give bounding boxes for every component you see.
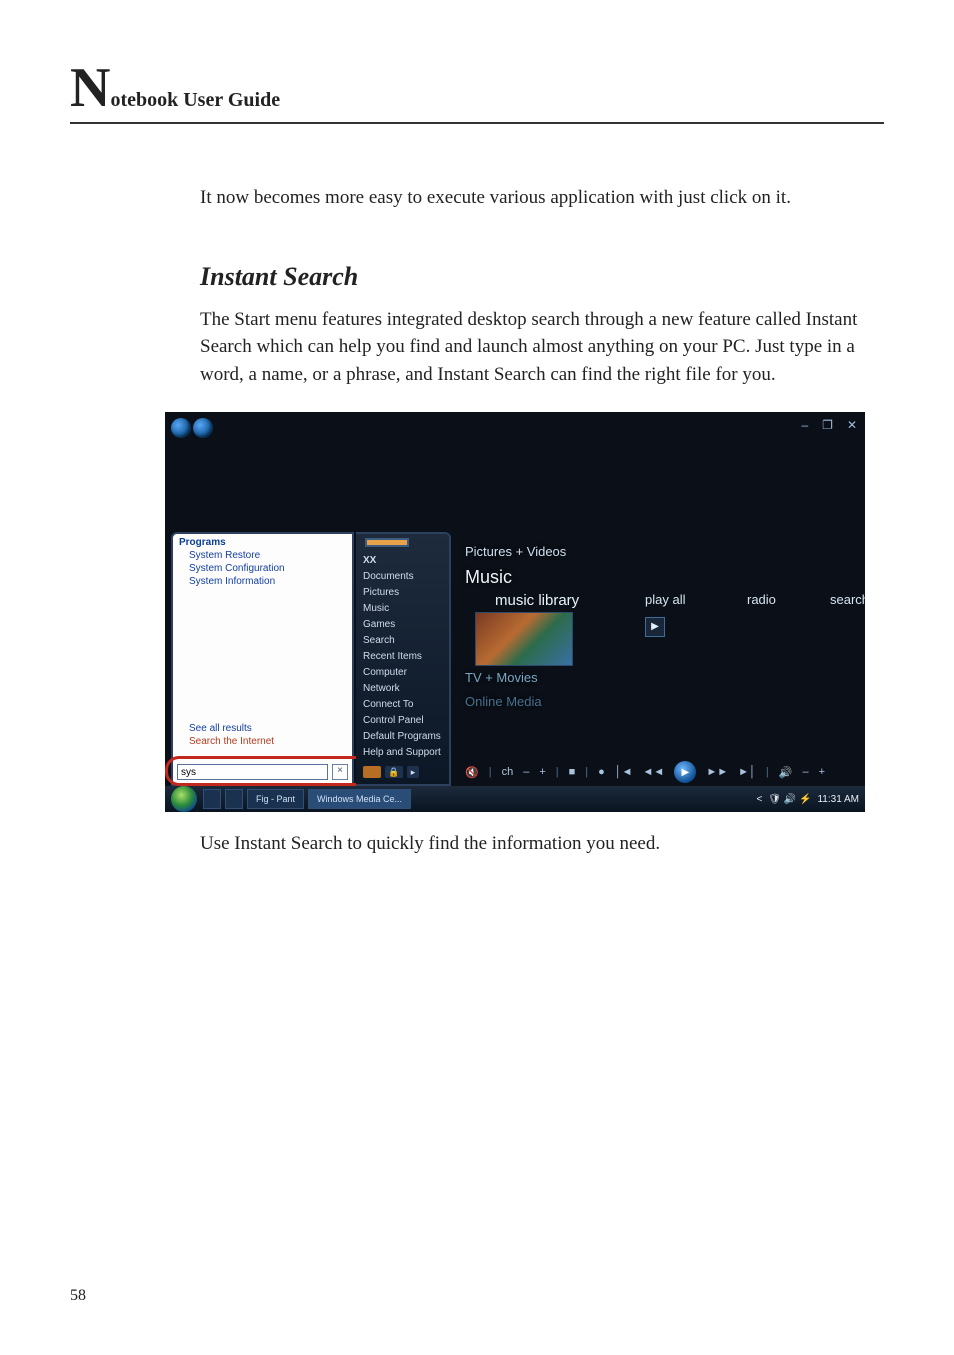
pb-sep: | <box>489 766 492 778</box>
shutdown-options-button[interactable]: ▸ <box>407 766 419 778</box>
start-power-row: 🔒 ▸ <box>363 762 442 778</box>
start-programs-header: Programs <box>173 534 352 549</box>
taskbar-task-2[interactable] <box>225 789 243 809</box>
start-item-games[interactable]: Games <box>363 618 442 631</box>
pb-play[interactable]: ▶ <box>674 761 696 783</box>
pb-sep4: | <box>766 766 769 778</box>
start-search-row: × <box>177 764 348 780</box>
pb-ch-label: ch <box>502 766 514 778</box>
pb-vol-plus[interactable]: + <box>819 766 825 778</box>
mc-play-all-icon[interactable]: ▶ <box>645 617 665 637</box>
header-big-letter: N <box>70 60 110 116</box>
start-search-internet[interactable]: Search the Internet <box>179 735 280 748</box>
instant-search-screenshot: – ❐ ✕ Pictures + Videos Music music libr… <box>165 412 865 812</box>
start-item-pictures[interactable]: Pictures <box>363 586 442 599</box>
pb-mute-icon[interactable]: 🔇 <box>465 766 479 779</box>
start-item-default-programs[interactable]: Default Programs <box>363 730 442 743</box>
start-item-help[interactable]: Help and Support <box>363 746 442 759</box>
pb-vol-minus[interactable]: – <box>802 766 808 778</box>
user-avatar-icon[interactable] <box>365 538 409 547</box>
intro-paragraph: It now becomes more easy to execute vari… <box>200 184 864 212</box>
header-rest: otebook User Guide <box>110 89 280 112</box>
screenshot-caption: Use Instant Search to quickly find the i… <box>200 830 864 858</box>
start-item-recent[interactable]: Recent Items <box>363 650 442 663</box>
mc-search[interactable]: search <box>830 592 865 607</box>
mc-play-all[interactable]: play all <box>645 592 685 607</box>
pb-rec[interactable]: ● <box>598 766 605 778</box>
mc-music-library[interactable]: music library <box>495 592 579 609</box>
power-button[interactable] <box>363 766 381 778</box>
start-username[interactable]: XX <box>363 554 442 567</box>
page-header: Notebook User Guide <box>70 60 884 124</box>
start-menu-left: Programs System Restore System Configura… <box>171 532 354 786</box>
pb-sep2: | <box>556 766 559 778</box>
start-item-network[interactable]: Network <box>363 682 442 695</box>
start-item-search[interactable]: Search <box>363 634 442 647</box>
pb-next[interactable]: ►│ <box>738 766 756 778</box>
mc-playback-bar: 🔇 | ch – + | ■ | ● │◄ ◄◄ ▶ ►► ►│ | 🔊 – + <box>465 762 855 782</box>
start-item-system-configuration[interactable]: System Configuration <box>173 562 352 575</box>
pb-ch-minus[interactable]: – <box>523 766 529 778</box>
start-item-music[interactable]: Music <box>363 602 442 615</box>
start-search-clear[interactable]: × <box>332 764 348 780</box>
pb-sep3: | <box>585 766 588 778</box>
tray-expand-icon[interactable]: < <box>756 794 762 805</box>
start-search-input[interactable] <box>177 764 328 780</box>
mc-row-pictures[interactable]: Pictures + Videos <box>465 544 566 559</box>
taskbar-task-active[interactable]: Windows Media Ce... <box>308 789 411 809</box>
pb-prev[interactable]: │◄ <box>615 766 633 778</box>
start-see-all-results[interactable]: See all results <box>179 722 280 735</box>
taskbar-task-3[interactable]: Fig - Pant <box>247 789 304 809</box>
taskbar: Fig - Pant Windows Media Ce... < 🛡 🔊 ⚡ 1… <box>165 786 865 812</box>
start-item-documents[interactable]: Documents <box>363 570 442 583</box>
start-item-control-panel[interactable]: Control Panel <box>363 714 442 727</box>
start-item-system-restore[interactable]: System Restore <box>173 549 352 562</box>
system-tray: < 🛡 🔊 ⚡ 11:31 AM <box>756 794 859 805</box>
start-item-computer[interactable]: Computer <box>363 666 442 679</box>
page-number: 58 <box>70 1287 86 1305</box>
mc-music-thumb[interactable] <box>475 612 573 666</box>
pb-fwd[interactable]: ►► <box>706 766 728 778</box>
mc-radio[interactable]: radio <box>747 592 776 607</box>
start-menu-right: XX Documents Pictures Music Games Search… <box>356 532 451 786</box>
pb-rew[interactable]: ◄◄ <box>643 766 665 778</box>
start-item-system-information[interactable]: System Information <box>173 575 352 588</box>
lock-button[interactable]: 🔒 <box>385 766 403 778</box>
mc-row-online[interactable]: Online Media <box>465 694 542 709</box>
pb-ch-plus[interactable]: + <box>539 766 545 778</box>
start-orb-icon[interactable] <box>171 786 197 812</box>
mc-row-tv[interactable]: TV + Movies <box>465 670 538 685</box>
taskbar-task-1[interactable] <box>203 789 221 809</box>
section-body: The Start menu features integrated deskt… <box>200 306 864 389</box>
tray-clock[interactable]: 11:31 AM <box>817 794 859 805</box>
section-title: Instant Search <box>200 262 864 292</box>
pb-stop[interactable]: ■ <box>569 766 576 778</box>
mc-row-music[interactable]: Music <box>465 567 512 588</box>
pb-vol-icon[interactable]: 🔊 <box>779 766 793 779</box>
tray-icons[interactable]: 🛡 🔊 ⚡ <box>768 794 811 805</box>
start-item-connect-to[interactable]: Connect To <box>363 698 442 711</box>
